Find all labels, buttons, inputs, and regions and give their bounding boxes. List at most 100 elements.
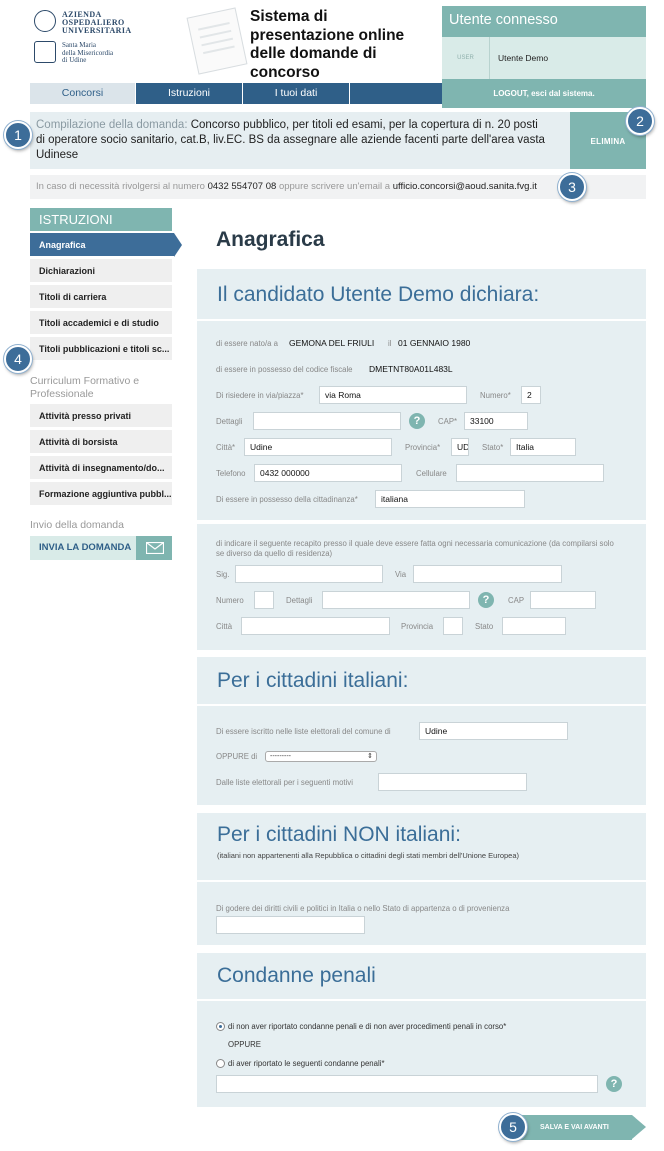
logo-hospital-name: Santa Maria della Misericordia di Udine: [62, 41, 113, 65]
citta-input[interactable]: Udine: [244, 438, 392, 456]
motivi-input[interactable]: [378, 773, 527, 791]
recapito-dettagli-label: Dettagli: [286, 596, 313, 605]
sidebar-item-titoli-pubblicazioni[interactable]: Titoli pubblicazioni e titoli sc...: [30, 337, 172, 362]
select-arrows-icon: ⇕: [367, 753, 373, 760]
born-date: 01 GENNAIO 1980: [398, 338, 471, 348]
recapito-via-input[interactable]: [413, 565, 562, 583]
recapito-dettagli-input[interactable]: [322, 591, 470, 609]
condanne-oppure-label: OPPURE: [228, 1040, 261, 1049]
section-candidate-body: di essere nato/a a GEMONA DEL FRIULI il …: [197, 319, 646, 520]
contact-prefix: In caso di necessità rivolgersi al numer…: [36, 181, 205, 192]
oppure-label: OPPURE di: [216, 752, 258, 761]
telefono-label: Telefono: [216, 469, 246, 478]
section-condanne-heading: Condanne penali: [217, 964, 376, 987]
telefono-input[interactable]: 0432 000000: [254, 464, 402, 482]
cap-label: CAP*: [438, 417, 458, 426]
save-arrow-shape: [632, 1115, 646, 1139]
condanne-option2-radio[interactable]: [216, 1059, 225, 1068]
condanne-help-icon[interactable]: ?: [606, 1076, 622, 1092]
university-crest-icon: [34, 10, 56, 32]
sidebar-item-titoli-accademici[interactable]: Titoli accademici e di studio: [30, 311, 172, 336]
tab-concorsi[interactable]: Concorsi: [30, 83, 136, 104]
section-non-italiani-header: Per i cittadini NON italiani: (italiani …: [197, 813, 646, 880]
diritti-input[interactable]: [216, 916, 365, 934]
recapito-note: di indicare il seguente recapito presso …: [216, 539, 614, 558]
app-title: Sistema di presentazione online delle do…: [250, 8, 405, 81]
recapito-cap-input[interactable]: [530, 591, 596, 609]
via-input[interactable]: via Roma: [319, 386, 467, 404]
numero-input[interactable]: 2: [521, 386, 541, 404]
recapito-stato-input[interactable]: [502, 617, 566, 635]
condanne-option1-radio[interactable]: [216, 1022, 225, 1031]
sidebar-item-formazione-aggiuntiva[interactable]: Formazione aggiuntiva pubbl...: [30, 482, 172, 507]
recapito-numero-input[interactable]: [254, 591, 274, 609]
logout-button[interactable]: LOGOUT, esci dal sistema.: [442, 79, 646, 108]
condanne-option1-label: di non aver riportato condanne penali e …: [228, 1022, 507, 1031]
via-label: Di risiedere in via/piazza*: [216, 391, 304, 400]
contact-email[interactable]: ufficio.concorsi@aoud.sanita.fvg.it: [393, 181, 537, 192]
tab-istruzioni[interactable]: Istruzioni: [136, 83, 243, 104]
notice-text: Compilazione della domanda: Concorso pub…: [36, 118, 546, 163]
annotation-badge-4: 4: [4, 345, 32, 373]
user-name: Utente Demo: [498, 53, 549, 63]
recapito-provincia-label: Provincia: [401, 622, 434, 631]
user-panel-title: Utente connesso: [449, 12, 558, 28]
user-row: USER Utente Demo: [442, 37, 646, 79]
hospital-crest-icon: [34, 41, 56, 63]
hospital-logo: AZIENDA OSPEDALIERO UNIVERSITARIA Santa …: [32, 8, 132, 68]
recapito-provincia-input[interactable]: [443, 617, 463, 635]
sidebar-item-dichiarazioni[interactable]: Dichiarazioni: [30, 259, 172, 284]
send-application-label: INVIA LA DOMANDA: [39, 542, 132, 553]
cellulare-label: Cellulare: [416, 469, 447, 478]
tab-empty[interactable]: [350, 83, 442, 104]
born-place: GEMONA DEL FRIULI: [289, 338, 375, 348]
envelope-icon: [136, 536, 172, 560]
condanne-input[interactable]: [216, 1075, 598, 1093]
save-next-button[interactable]: SALVA E VAI AVANTI: [520, 1115, 632, 1140]
section-condanne-header: Condanne penali: [197, 953, 646, 999]
logo-org-name: AZIENDA OSPEDALIERO UNIVERSITARIA: [62, 11, 132, 35]
sig-label: Sig.: [216, 570, 230, 579]
section-candidate-header: Il candidato Utente Demo dichiara:: [197, 269, 646, 319]
sig-input[interactable]: [235, 565, 383, 583]
cittadinanza-label: Di essere in possesso della cittadinanza…: [216, 495, 358, 504]
citta-label: Città*: [216, 443, 236, 452]
tab-i-tuoi-dati[interactable]: I tuoi dati: [243, 83, 350, 104]
section-candidate-heading: Il candidato Utente Demo dichiara:: [217, 283, 540, 306]
section-condanne-body: di non aver riportato condanne penali e …: [197, 999, 646, 1107]
recapito-help-icon[interactable]: ?: [478, 592, 494, 608]
cf-label: di essere in possesso del codice fiscale: [216, 365, 353, 374]
annotation-badge-3: 3: [558, 173, 586, 201]
cittadinanza-input[interactable]: italiana: [375, 490, 525, 508]
section-recapito-body: di indicare il seguente recapito presso …: [197, 522, 646, 650]
cf-value: DMETNT80A01L483L: [369, 364, 453, 374]
sidebar-selected-arrow: [174, 233, 182, 257]
user-panel: Utente connesso USER Utente Demo LOGOUT,…: [442, 6, 646, 108]
send-application-button[interactable]: INVIA LA DOMANDA: [30, 536, 172, 560]
recapito-via-label: Via: [395, 570, 407, 579]
dettagli-label: Dettagli: [216, 417, 243, 426]
liste-input[interactable]: Udine: [419, 722, 568, 740]
sidebar-send-label: Invio della domanda: [30, 519, 124, 531]
recapito-cap-label: CAP: [508, 596, 525, 605]
dettagli-help-icon[interactable]: ?: [409, 413, 425, 429]
provincia-input[interactable]: UD: [451, 438, 469, 456]
cap-input[interactable]: 33100: [464, 412, 528, 430]
sidebar-curriculum-label: Curriculum Formativo e Professionale: [30, 375, 140, 400]
comune-select[interactable]: --------- ⇕: [265, 751, 377, 762]
sidebar-item-attivita-borsista[interactable]: Attività di borsista: [30, 430, 172, 455]
sidebar-item-titoli-carriera[interactable]: Titoli di carriera: [30, 285, 172, 310]
sidebar-item-attivita-insegnamento[interactable]: Attività di insegnamento/do...: [30, 456, 172, 481]
cellulare-input[interactable]: [456, 464, 604, 482]
recapito-citta-input[interactable]: [241, 617, 390, 635]
sidebar-item-anagrafica[interactable]: Anagrafica: [30, 233, 174, 258]
dettagli-input[interactable]: [253, 412, 401, 430]
recapito-stato-label: Stato: [475, 622, 494, 631]
logo-line: di Udine: [62, 56, 87, 64]
main-tabs: Concorsi Istruzioni I tuoi dati: [30, 83, 442, 104]
notice-lead: Compilazione della domanda:: [36, 119, 188, 131]
sidebar-item-attivita-privati[interactable]: Attività presso privati: [30, 404, 172, 429]
stato-input[interactable]: Italia: [510, 438, 576, 456]
application-notice: Compilazione della domanda: Concorso pub…: [30, 112, 570, 169]
logo-line: UNIVERSITARIA: [62, 26, 132, 35]
